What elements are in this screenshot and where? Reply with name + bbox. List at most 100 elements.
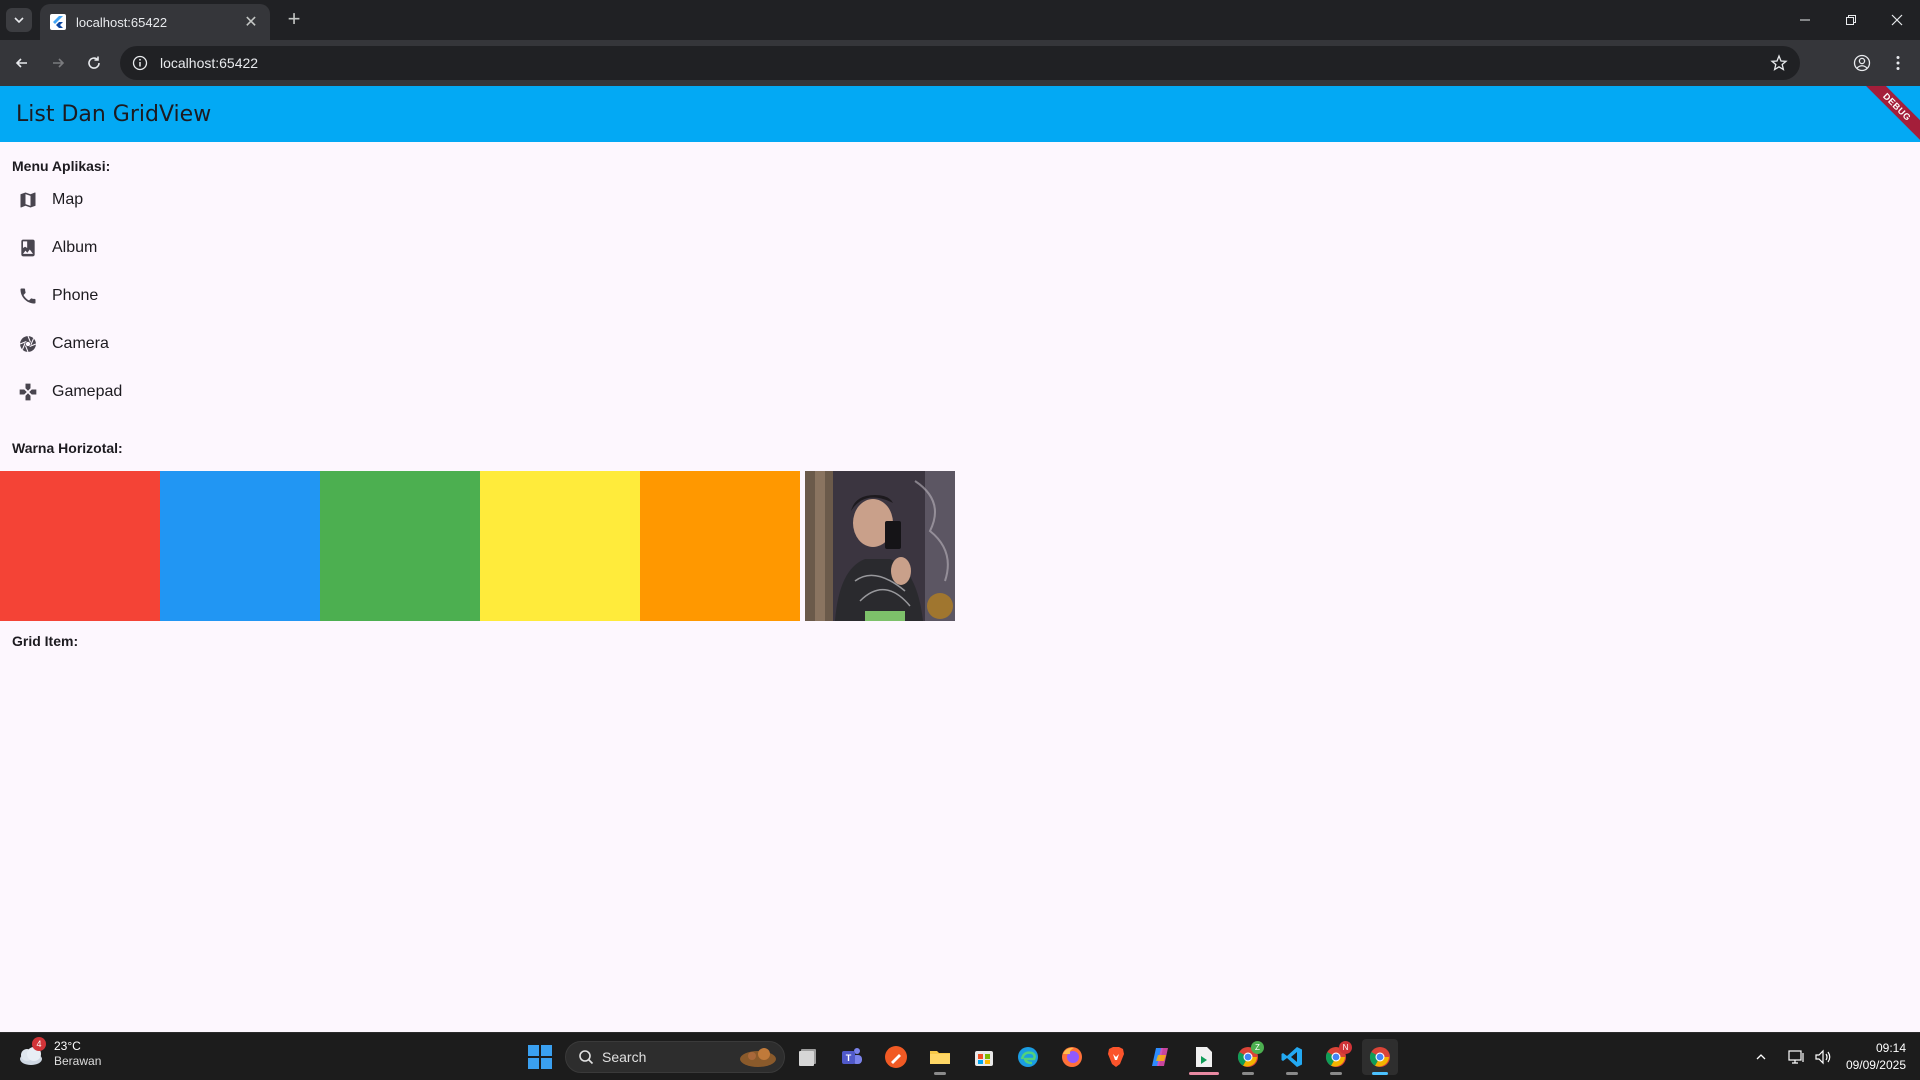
firefox-app[interactable] (1054, 1039, 1090, 1075)
list-item-camera[interactable]: Camera (0, 320, 300, 368)
task-view-button[interactable] (790, 1039, 826, 1075)
arrow-left-icon (15, 58, 27, 68)
minimize-button[interactable] (1782, 0, 1828, 40)
close-icon (1891, 14, 1903, 26)
system-tray: 09:14 09/09/2025 (1748, 1033, 1920, 1080)
horizontal-color-list[interactable] (0, 471, 800, 621)
camera-icon (16, 332, 40, 356)
bookmark-star-icon[interactable] (1770, 54, 1788, 72)
file-explorer-app[interactable] (922, 1039, 958, 1075)
pen-icon (885, 1046, 907, 1068)
url-text: localhost:65422 (160, 55, 259, 71)
restore-button[interactable] (1828, 0, 1874, 40)
profile-badge: Z (1251, 1041, 1264, 1054)
forward-button[interactable] (44, 49, 72, 77)
brave-app[interactable] (1098, 1039, 1134, 1075)
clock-date: 09/09/2025 (1845, 1058, 1906, 1072)
clock[interactable]: 09:14 09/09/2025 (1836, 1040, 1920, 1074)
list-item-label: Phone (52, 287, 99, 304)
list-item-label: Gamepad (52, 383, 123, 400)
minimize-icon (1800, 19, 1810, 21)
browser-tab[interactable]: localhost:65422 ✕ (40, 4, 270, 40)
browser-menu-button[interactable] (1884, 49, 1912, 77)
page-title: List Dan GridView (16, 101, 212, 127)
teams-app[interactable]: T (834, 1039, 870, 1075)
profile-button[interactable] (1848, 49, 1876, 77)
taskbar-search[interactable]: Search (565, 1041, 785, 1073)
weather-widget[interactable]: 4 23°C Berawan (16, 1037, 102, 1069)
chrome-profile-n-app[interactable]: N (1318, 1039, 1354, 1075)
reload-button[interactable] (80, 49, 108, 77)
window-controls (1782, 0, 1920, 40)
search-highlight-icon (740, 1048, 776, 1067)
list-item-gamepad[interactable]: Gamepad (0, 368, 300, 416)
pen-app[interactable] (878, 1039, 914, 1075)
chevron-down-icon (14, 17, 24, 24)
search-label: Search (602, 1049, 647, 1065)
phone-icon (16, 284, 40, 308)
firefox-icon (1062, 1047, 1082, 1067)
chrome-app-active[interactable] (1362, 1039, 1398, 1075)
back-button[interactable] (8, 49, 36, 77)
site-info-icon[interactable] (132, 55, 148, 71)
running-indicator (1330, 1072, 1342, 1075)
running-indicator (1189, 1072, 1219, 1075)
show-hidden-icons-button[interactable] (1748, 1044, 1774, 1070)
album-icon (16, 236, 40, 260)
tab-search-button[interactable] (6, 8, 32, 32)
list-item-map[interactable]: Map (0, 176, 300, 224)
menu-section-label: Menu Aplikasi: (12, 158, 111, 174)
running-indicator (1286, 1072, 1298, 1075)
arrow-right-icon (53, 58, 65, 68)
copilot-app[interactable] (1142, 1039, 1178, 1075)
gamepad-icon (16, 380, 40, 404)
svg-text:T: T (846, 1053, 852, 1063)
reload-icon (88, 56, 100, 69)
store-icon (975, 1051, 993, 1066)
sheets-app[interactable] (1186, 1039, 1222, 1075)
more-vertical-icon (1896, 56, 1900, 70)
edge-icon (1018, 1047, 1038, 1067)
edge-app[interactable] (1010, 1039, 1046, 1075)
weather-badge: 4 (32, 1037, 46, 1051)
profile-photo (805, 471, 955, 621)
map-icon (16, 188, 40, 212)
profile-icon (1853, 54, 1871, 72)
search-icon (579, 1050, 594, 1065)
close-tab-icon[interactable]: ✕ (242, 12, 260, 32)
address-bar[interactable]: localhost:65422 (120, 46, 1800, 80)
folder-icon (930, 1051, 950, 1064)
chrome-profile-app[interactable]: Z (1230, 1039, 1266, 1075)
start-button[interactable] (526, 1043, 554, 1071)
list-item-label: Camera (52, 335, 109, 352)
task-view-icon (799, 1049, 816, 1066)
vscode-app[interactable] (1274, 1039, 1310, 1075)
windows-taskbar: 4 23°C Berawan Search T Z N 09:14 09/09/… (0, 1032, 1920, 1080)
store-app[interactable] (966, 1039, 1002, 1075)
windows-logo-icon (528, 1045, 552, 1069)
running-indicator (1242, 1072, 1254, 1075)
brave-icon (1108, 1047, 1124, 1067)
new-tab-button[interactable]: + (282, 8, 306, 32)
weather-condition: Berawan (54, 1054, 102, 1068)
volume-button[interactable] (1810, 1044, 1836, 1070)
colors-section-label: Warna Horizotal: (12, 440, 123, 456)
flutter-favicon-icon (50, 14, 66, 30)
chevron-up-icon (1756, 1054, 1766, 1060)
network-button[interactable] (1784, 1044, 1810, 1070)
list-item-album[interactable]: Album (0, 224, 300, 272)
spreadsheet-icon (1196, 1047, 1212, 1067)
cloud-icon: 4 (16, 1037, 46, 1069)
close-window-button[interactable] (1874, 0, 1920, 40)
running-indicator (1372, 1072, 1388, 1075)
copilot-icon (1152, 1048, 1168, 1066)
browser-toolbar: localhost:65422 (0, 40, 1920, 86)
clock-time: 09:14 (1875, 1041, 1906, 1055)
color-box-orange (640, 471, 800, 621)
restore-icon (1846, 15, 1856, 25)
color-box-blue (160, 471, 320, 621)
vscode-icon (1281, 1047, 1302, 1067)
profile-badge: N (1339, 1041, 1352, 1054)
list-item-phone[interactable]: Phone (0, 272, 300, 320)
grid-section-label: Grid Item: (12, 633, 79, 649)
